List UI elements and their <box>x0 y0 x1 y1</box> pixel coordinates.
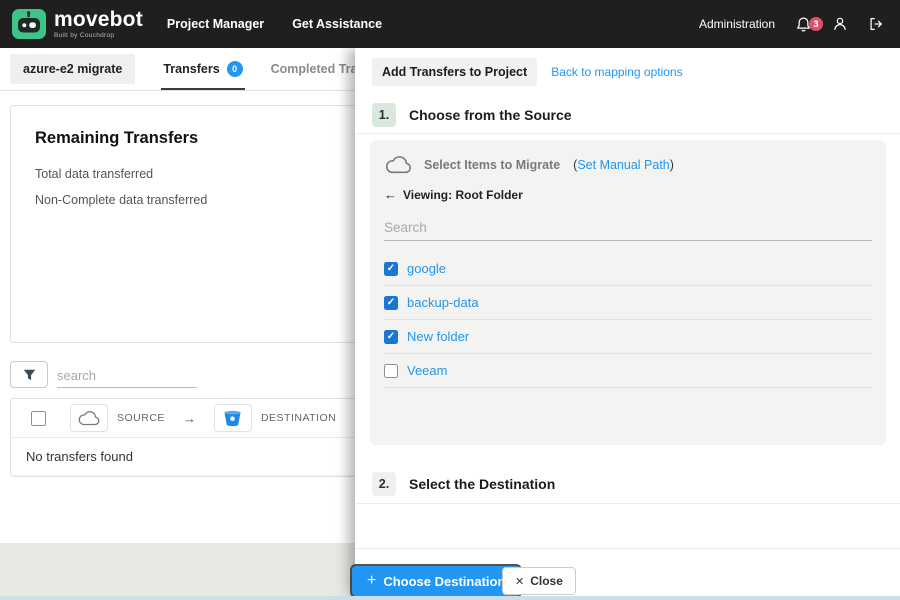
source-column-header: SOURCE <box>117 412 165 424</box>
select-all-checkbox[interactable] <box>31 410 46 426</box>
divider <box>355 133 900 134</box>
funnel-icon <box>23 369 35 380</box>
panel-title: Add Transfers to Project <box>372 58 538 86</box>
bucket-icon <box>224 410 241 426</box>
source-item-row[interactable]: ✓ backup-data <box>384 286 872 320</box>
source-selection-box: Select Items to Migrate (Set Manual Path… <box>370 140 886 445</box>
brand-name: movebot <box>54 8 143 31</box>
flow-arrow-icon: → <box>182 410 196 426</box>
item-checkbox[interactable]: ✓ <box>384 261 398 276</box>
window-bottom-edge <box>0 596 900 600</box>
nav-links: Project Manager Get Assistance <box>167 17 382 31</box>
notification-count-badge: 3 <box>809 16 823 31</box>
choose-destination-label: Choose Destination <box>383 573 506 589</box>
item-checkbox[interactable] <box>384 363 398 378</box>
back-to-mapping-link[interactable]: Back to mapping options <box>551 65 682 79</box>
user-profile-button[interactable] <box>832 16 848 32</box>
item-label[interactable]: Veeam <box>407 363 447 378</box>
transfers-search-input[interactable] <box>57 363 197 388</box>
brand-subtitle: Built by Couchdrop <box>54 32 115 39</box>
nav-link-administration[interactable]: Administration <box>699 17 775 31</box>
back-arrow-icon[interactable]: ← <box>384 187 397 202</box>
source-item-row[interactable]: ✓ New folder <box>384 320 872 354</box>
movebot-logo-icon <box>12 9 46 39</box>
select-items-heading: Select Items to Migrate <box>424 157 561 172</box>
nav-link-get-assistance[interactable]: Get Assistance <box>292 17 382 31</box>
item-label[interactable]: backup-data <box>407 295 479 310</box>
source-icon-box <box>70 404 108 432</box>
brand[interactable]: movebot Built by Couchdrop <box>12 9 143 39</box>
close-icon: ✕ <box>515 575 525 588</box>
viewing-label: Viewing: Root Folder <box>403 187 523 202</box>
cloud-icon <box>386 156 412 174</box>
step2-number: 2. <box>372 472 396 496</box>
item-checkbox[interactable]: ✓ <box>384 295 398 310</box>
plus-icon: + <box>367 572 377 589</box>
filter-button[interactable] <box>10 361 48 388</box>
person-icon <box>834 17 846 30</box>
step2-title: Select the Destination <box>409 476 556 492</box>
item-checkbox[interactable]: ✓ <box>384 329 398 344</box>
notifications-button[interactable]: 3 <box>795 16 823 33</box>
paren-close: ) <box>669 157 674 172</box>
set-manual-path-link[interactable]: Set Manual Path <box>577 158 669 172</box>
destination-icon-box <box>213 404 252 432</box>
close-label: Close <box>530 574 563 588</box>
destination-column-header: DESTINATION <box>260 412 337 424</box>
choose-destination-button[interactable]: + Choose Destination <box>352 566 521 596</box>
nav-link-project-manager[interactable]: Project Manager <box>167 17 264 31</box>
project-name-chip: azure-e2 migrate <box>10 54 136 84</box>
viewing-breadcrumb[interactable]: ← Viewing: Root Folder <box>384 187 872 202</box>
filter-bar <box>10 361 197 388</box>
transfers-badge: 0 <box>226 61 243 77</box>
item-label[interactable]: New folder <box>407 329 469 344</box>
source-items-list: ✓ google ✓ backup-data ✓ New folder Veeam <box>384 252 872 388</box>
tab-transfers[interactable]: Transfers 0 <box>161 48 245 90</box>
divider <box>355 548 900 549</box>
item-label[interactable]: google <box>407 261 446 276</box>
close-panel-button[interactable]: ✕ Close <box>502 567 576 595</box>
navbar: movebot Built by Couchdrop Project Manag… <box>0 0 900 48</box>
source-item-row[interactable]: ✓ google <box>384 252 872 286</box>
logout-button[interactable] <box>868 16 884 32</box>
cloud-icon <box>78 411 100 426</box>
logout-icon <box>870 18 883 30</box>
tab-transfers-label: Transfers <box>163 62 220 76</box>
step1-title: Choose from the Source <box>409 107 572 123</box>
divider <box>355 503 900 504</box>
step1-number: 1. <box>372 103 396 127</box>
add-transfers-panel: Add Transfers to Project Back to mapping… <box>355 48 900 596</box>
items-search-input[interactable] <box>384 215 872 241</box>
source-item-row[interactable]: Veeam <box>384 354 872 388</box>
